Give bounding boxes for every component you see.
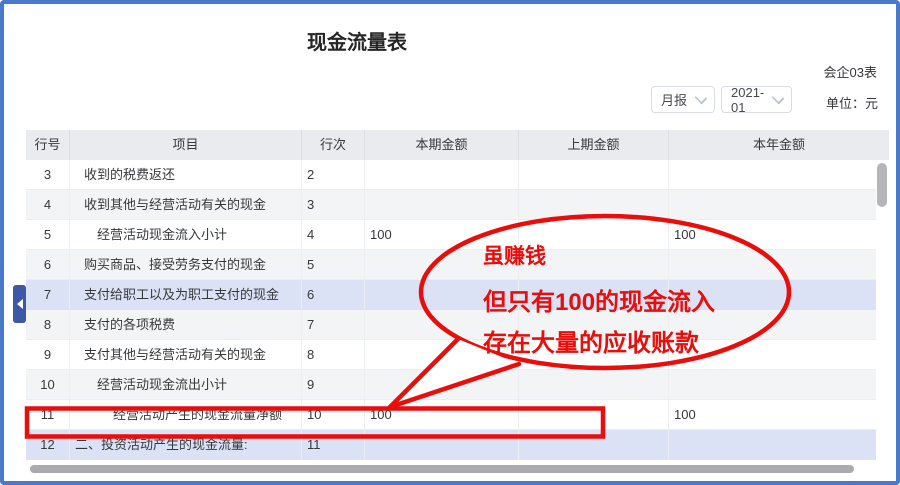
cash-flow-table: 行号 项目 行次 本期金额 上期金额 本年金额 3 收到的税费返还 2 4 收到… [26,130,889,460]
cell-prior-amount [519,280,669,310]
cell-prior-amount [519,190,669,220]
arrow-left-icon [17,299,23,309]
cell-row-no: 6 [26,250,70,280]
cell-line-no: 9 [302,370,365,400]
col-header-year: 本年金额 [669,130,889,160]
form-code-label: 会企03表 [824,62,877,81]
cell-line-no: 6 [302,280,365,310]
cell-year-amount [669,160,876,190]
cell-year-amount [669,190,876,220]
col-header-row-no: 行号 [26,130,70,160]
table-row-net-cash-flow[interactable]: 11 经营活动产生的现金流量净额 10 100 100 [26,400,876,430]
table-row-section-investing[interactable]: 12 二、投资活动产生的现金流量: 11 [26,430,876,460]
cell-prior-amount [519,430,669,460]
cell-current-amount [365,370,519,400]
cell-line-no: 5 [302,250,365,280]
table-body: 3 收到的税费返还 2 4 收到其他与经营活动有关的现金 3 5 经营活动现金流… [26,160,876,460]
cell-year-amount [669,310,876,340]
unit-label: 单位：元 [826,93,878,112]
cell-item: 经营活动现金流出小计 [70,370,302,400]
period-type-select[interactable]: 月报 [651,86,715,113]
cell-year-amount [669,430,876,460]
table-row[interactable]: 5 经营活动现金流入小计 4 100 100 [26,220,876,250]
cell-row-no: 8 [26,310,70,340]
period-date-value: 2021-01 [731,85,767,115]
cell-prior-amount [519,310,669,340]
cell-year-amount [669,370,876,400]
cell-line-no: 3 [302,190,365,220]
cell-row-no: 11 [26,400,70,430]
period-type-value: 月报 [661,90,687,109]
cell-prior-amount [519,220,669,250]
cell-row-no: 12 [26,430,70,460]
sidebar-collapse-handle[interactable] [13,285,26,323]
cell-year-amount [669,250,876,280]
table-row[interactable]: 9 支付其他与经营活动有关的现金 8 [26,340,876,370]
table-row[interactable]: 4 收到其他与经营活动有关的现金 3 [26,190,876,220]
cell-current-amount [365,310,519,340]
cell-item: 支付其他与经营活动有关的现金 [70,340,302,370]
table-header: 行号 项目 行次 本期金额 上期金额 本年金额 [26,130,889,160]
table-row[interactable]: 8 支付的各项税费 7 [26,310,876,340]
table-row[interactable]: 6 购买商品、接受劳务支付的现金 5 [26,250,876,280]
horizontal-scrollbar-thumb[interactable] [30,465,854,473]
chevron-down-icon [695,91,708,104]
cell-current-amount [365,280,519,310]
cell-prior-amount [519,250,669,280]
cell-year-amount [669,340,876,370]
cell-line-no: 4 [302,220,365,250]
cell-row-no: 9 [26,340,70,370]
cell-line-no: 2 [302,160,365,190]
cell-current-amount [365,340,519,370]
cell-item: 支付的各项税费 [70,310,302,340]
cell-year-amount [669,280,876,310]
cell-item: 收到其他与经营活动有关的现金 [70,190,302,220]
cell-current-amount [365,250,519,280]
cell-prior-amount [519,370,669,400]
cell-current-amount [365,160,519,190]
col-header-line-no: 行次 [302,130,365,160]
cell-item: 购买商品、接受劳务支付的现金 [70,250,302,280]
cell-row-no: 7 [26,280,70,310]
cell-item: 经营活动产生的现金流量净额 [70,400,302,430]
cell-current-amount: 100 [365,220,519,250]
cell-row-no: 10 [26,370,70,400]
period-date-select[interactable]: 2021-01 [721,86,792,113]
cell-year-amount: 100 [669,220,876,250]
page-title: 现金流量表 [307,26,407,55]
cell-prior-amount [519,400,669,430]
vertical-scrollbar-thumb[interactable] [877,163,887,207]
cell-row-no: 5 [26,220,70,250]
cash-flow-statement-page: 现金流量表 会企03表 月报 2021-01 单位：元 行号 项目 行次 本期金… [0,0,900,485]
cell-prior-amount [519,340,669,370]
cell-row-no: 3 [26,160,70,190]
cell-line-no: 11 [302,430,365,460]
cell-item: 经营活动现金流入小计 [70,220,302,250]
col-header-item: 项目 [70,130,302,160]
cell-current-amount: 100 [365,400,519,430]
table-row[interactable]: 3 收到的税费返还 2 [26,160,876,190]
chevron-down-icon [772,91,785,104]
cell-row-no: 4 [26,190,70,220]
cell-line-no: 7 [302,310,365,340]
table-row[interactable]: 10 经营活动现金流出小计 9 [26,370,876,400]
cell-prior-amount [519,160,669,190]
cell-line-no: 10 [302,400,365,430]
cell-current-amount [365,190,519,220]
cell-year-amount: 100 [669,400,876,430]
cell-current-amount [365,430,519,460]
cell-line-no: 8 [302,340,365,370]
cell-item: 支付给职工以及为职工支付的现金 [70,280,302,310]
col-header-prior: 上期金额 [519,130,669,160]
cell-item: 收到的税费返还 [70,160,302,190]
table-row-selected[interactable]: 7 支付给职工以及为职工支付的现金 6 [26,280,876,310]
cell-item: 二、投资活动产生的现金流量: [70,430,302,460]
col-header-current: 本期金额 [365,130,519,160]
